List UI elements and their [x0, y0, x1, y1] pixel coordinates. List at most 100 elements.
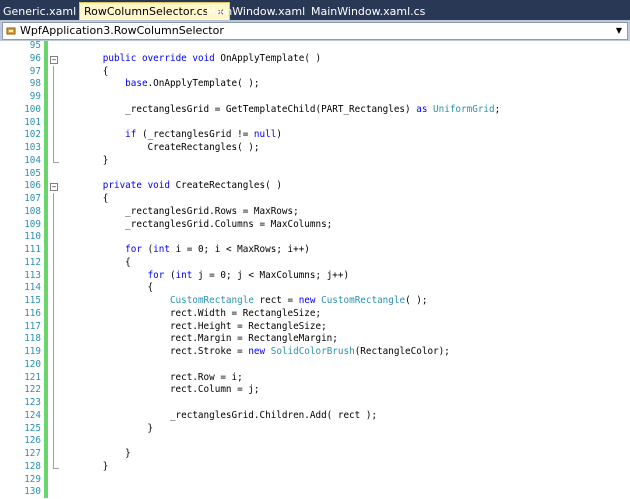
type-token: SolidColorBrush — [270, 346, 355, 357]
outline-guide — [53, 358, 54, 372]
code-text: for (int i = 0; i < MaxRows; i++) — [58, 244, 310, 257]
code-line[interactable]: 130 — [0, 486, 630, 499]
outline-guide — [53, 320, 54, 334]
code-token: _rectanglesGrid.Rows = MaxRows; — [58, 205, 299, 217]
line-number: 109 — [24, 218, 41, 230]
code-token: CreateRectangles( ) — [169, 180, 282, 192]
keyword-token: base — [125, 78, 148, 90]
code-line[interactable]: 118 rect.Margin = RectangleMargin; — [0, 333, 630, 346]
code-text: rect.Column = j; — [58, 384, 260, 397]
line-number: 102 — [24, 129, 41, 141]
outline-guide — [53, 129, 54, 142]
code-line[interactable]: 103 CreateRectangles( ); — [0, 142, 630, 155]
tab-generic-xaml[interactable]: Generic.xaml — [3, 3, 76, 20]
code-text: } — [58, 155, 109, 168]
line-number: 118 — [24, 333, 41, 345]
outline-guide — [53, 307, 54, 321]
code-line[interactable]: 102 if (_rectanglesGrid != null) — [0, 129, 630, 142]
tab-mainwindow-xaml-cs[interactable]: MainWindow.xaml.cs — [311, 3, 425, 20]
code-token: ) — [276, 129, 282, 141]
code-token: _rectanglesGrid.Columns = MaxColumns; — [58, 218, 333, 230]
code-line[interactable]: 107 { — [0, 193, 630, 206]
code-text: if (_rectanglesGrid != null) — [58, 129, 282, 142]
outline-guide — [53, 448, 54, 461]
collapse-icon[interactable]: − — [50, 183, 58, 192]
code-token: rect.Row = i; — [58, 371, 243, 383]
code-text: CustomRectangle rect = new CustomRectang… — [58, 295, 428, 308]
code-line[interactable]: 98 base.OnApplyTemplate( ); — [0, 78, 630, 91]
code-line[interactable]: 100 _rectanglesGrid = GetTemplateChild(P… — [0, 103, 630, 117]
line-number: 101 — [24, 116, 41, 128]
outline-guide — [53, 422, 54, 436]
line-number: 129 — [24, 473, 41, 485]
code-line[interactable]: 110 — [0, 231, 630, 244]
code-text: { — [58, 65, 109, 79]
tab-mainwindow-xaml[interactable]: MainWindow.xaml — [206, 3, 305, 20]
code-token: { — [58, 256, 131, 268]
code-line[interactable]: 106− private void CreateRectangles( ) — [0, 180, 630, 193]
code-token: rect.Column = j; — [58, 384, 260, 396]
code-line[interactable]: 97 { — [0, 65, 630, 79]
code-line[interactable]: 124 _rectanglesGrid.Children.Add( rect )… — [0, 409, 630, 423]
keyword-token: for — [125, 244, 142, 255]
type-selector-dropdown[interactable]: WpfApplication3.RowColumnSelector ▼ — [2, 22, 628, 40]
collapse-icon[interactable]: − — [50, 55, 58, 64]
code-text: rect.Height = RectangleSize; — [58, 321, 327, 334]
code-line[interactable]: 123 — [0, 397, 630, 410]
code-text: _rectanglesGrid = GetTemplateChild(PART_… — [58, 104, 500, 117]
code-lines: 95 96− public override void OnApplyTempla… — [0, 40, 630, 499]
code-line[interactable]: 122 rect.Column = j; — [0, 384, 630, 397]
code-line[interactable]: 95 — [0, 40, 630, 53]
outline-guide — [53, 397, 54, 410]
type-selector-label: WpfApplication3.RowColumnSelector — [20, 24, 224, 37]
code-token: CreateRectangles( ); — [58, 142, 260, 153]
code-line[interactable]: 116 rect.Width = RectangleSize; — [0, 307, 630, 321]
code-line[interactable]: 109 _rectanglesGrid.Columns = MaxColumns… — [0, 218, 630, 232]
code-text: _rectanglesGrid.Columns = MaxColumns; — [58, 219, 332, 232]
chevron-down-icon[interactable]: ▼ — [613, 23, 625, 39]
keyword-token: null — [253, 129, 277, 141]
code-line[interactable]: 127 } — [0, 448, 630, 461]
code-line[interactable]: 114 { — [0, 282, 630, 295]
code-line[interactable]: 101 — [0, 116, 630, 130]
line-number: 119 — [24, 346, 41, 357]
code-text: { — [58, 193, 109, 206]
code-line[interactable]: 99 — [0, 91, 630, 104]
code-token: { — [58, 193, 109, 204]
code-line[interactable]: 113 for (int j = 0; j < MaxColumns; j++) — [0, 269, 630, 283]
keyword-token: if — [125, 129, 137, 141]
code-text: _rectanglesGrid.Children.Add( rect ); — [58, 410, 377, 423]
code-line[interactable]: 117 rect.Height = RectangleSize; — [0, 320, 630, 334]
code-editor[interactable]: 95 96− public override void OnApplyTempla… — [0, 40, 630, 499]
line-number: 104 — [24, 154, 41, 166]
code-line[interactable]: 126 — [0, 435, 630, 448]
code-token: rect = — [253, 295, 299, 306]
outline-guide — [53, 78, 54, 91]
line-number: 110 — [24, 231, 41, 243]
line-number: 124 — [24, 409, 41, 421]
outline-guide — [53, 295, 54, 308]
line-number: 95 — [29, 40, 41, 51]
code-line[interactable]: 120 — [0, 358, 630, 372]
code-line[interactable]: 125 } — [0, 422, 630, 436]
code-line[interactable]: 104 } — [0, 154, 630, 168]
code-line[interactable]: 105 — [0, 168, 630, 181]
code-token: (RectangleColor); — [354, 346, 450, 357]
code-line[interactable]: 96− public override void OnApplyTemplate… — [0, 53, 630, 66]
code-line[interactable]: 108 _rectanglesGrid.Rows = MaxRows; — [0, 205, 630, 219]
code-line[interactable]: 129 — [0, 474, 630, 487]
line-number: 103 — [24, 142, 41, 153]
code-line[interactable]: 119 rect.Stroke = new SolidColorBrush(Re… — [0, 346, 630, 359]
code-line[interactable]: 112 { — [0, 256, 630, 270]
code-line[interactable]: 111 for (int i = 0; i < MaxRows; i++) — [0, 244, 630, 257]
code-line[interactable]: 128 } — [0, 460, 630, 474]
outline-guide — [53, 333, 54, 346]
outline-guide — [53, 193, 54, 206]
code-token: { — [58, 65, 109, 77]
code-token: (_rectanglesGrid != — [136, 129, 254, 141]
code-line[interactable]: 115 CustomRectangle rect = new CustomRec… — [0, 295, 630, 308]
code-line[interactable]: 121 rect.Row = i; — [0, 371, 630, 385]
